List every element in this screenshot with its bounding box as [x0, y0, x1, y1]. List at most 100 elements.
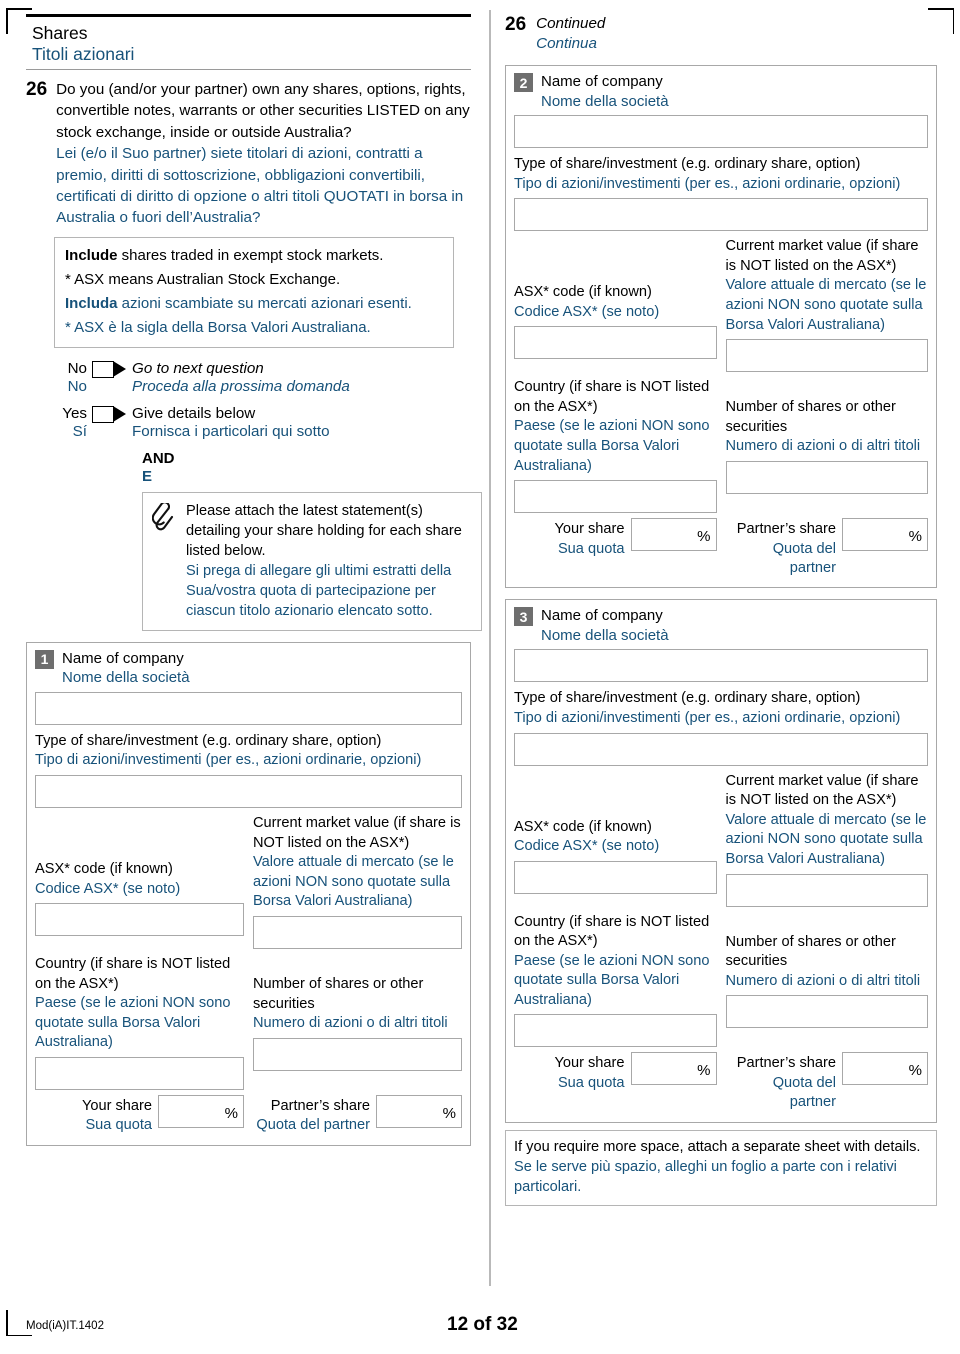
- answer-yes-action-it: Fornisca i particolari qui sotto: [132, 422, 330, 440]
- paperclip-icon: [151, 501, 178, 621]
- asx-label-en: ASX* code (if known): [514, 284, 652, 301]
- share-type-input[interactable]: [514, 732, 928, 766]
- your-share-input[interactable]: %: [630, 1052, 717, 1086]
- entry-badge: 3: [514, 607, 533, 627]
- continued-label-en: Continued: [536, 15, 606, 32]
- arrow-icon: [113, 405, 126, 422]
- number-shares-input[interactable]: [253, 1037, 462, 1071]
- continued-label-it: Continua: [536, 35, 597, 52]
- answer-no[interactable]: No No Go to next question Proceda alla p…: [54, 360, 471, 396]
- answer-no-label-en: No: [67, 359, 87, 377]
- company-name-input[interactable]: [514, 115, 928, 148]
- market-value-label-en: Current market value (if share is NOT li…: [253, 815, 461, 851]
- asx-label-it: Codice ASX* (se noto): [514, 838, 660, 855]
- checkbox-no[interactable]: [92, 360, 126, 378]
- country-label-it: Paese (se le azioni NON sono quotate sul…: [35, 995, 231, 1051]
- arrow-icon: [113, 360, 126, 377]
- answer-yes-label-it: Sí: [72, 422, 87, 440]
- share-type-input[interactable]: [514, 198, 928, 232]
- number-shares-label-en: Number of shares or other securities: [725, 399, 896, 435]
- market-value-label-en: Current market value (if share is NOT li…: [725, 772, 919, 809]
- more-space-text-en: If you require more space, attach a sepa…: [514, 1138, 921, 1155]
- right-column: 26 Continued Continua 2 Name of company …: [505, 14, 937, 1206]
- section-title: Shares Titoli azionari: [26, 17, 471, 69]
- type-label-it: Tipo di azioni/investimenti (per es., az…: [35, 752, 422, 769]
- your-share-label-en: Your share: [554, 521, 625, 538]
- note-line-3: Includa azioni scambiate su mercati azio…: [65, 293, 443, 314]
- your-share-label-en: Your share: [81, 1097, 152, 1114]
- share-entry-3: 3 Name of company Nome della società Typ…: [505, 599, 937, 1123]
- number-shares-input[interactable]: [725, 995, 928, 1029]
- type-label-it: Tipo di azioni/investimenti (per es., az…: [514, 709, 901, 726]
- number-shares-label-it: Numero di azioni o di altri titoli: [253, 1015, 448, 1032]
- company-label-it: Nome della società: [541, 626, 669, 644]
- partner-share-input[interactable]: %: [842, 1052, 928, 1086]
- market-value-label-it: Valore attuale di mercato (se le azioni …: [725, 277, 927, 333]
- asx-code-input[interactable]: [514, 860, 717, 894]
- answer-no-action-en: Go to next question: [132, 359, 264, 377]
- checkbox-yes[interactable]: [92, 405, 126, 423]
- your-share-label-it: Sua quota: [557, 1074, 625, 1091]
- company-name-input[interactable]: [514, 649, 928, 683]
- more-space-text-it: Se le serve più spazio, alleghi un fogli…: [514, 1158, 897, 1195]
- country-label-en: Country (if share is NOT listed on the A…: [35, 956, 231, 992]
- share-entry-2: 2 Name of company Nome della società Typ…: [505, 65, 937, 589]
- section-title-en: Shares: [32, 23, 88, 43]
- and-label-en: AND: [142, 449, 175, 467]
- number-shares-input[interactable]: [725, 460, 928, 494]
- your-share-label-it: Sua quota: [557, 540, 625, 557]
- partner-share-label-en: Partner’s share: [270, 1097, 370, 1114]
- partner-share-label-en: Partner’s share: [736, 1055, 836, 1072]
- asx-label-it: Codice ASX* (se noto): [35, 880, 181, 897]
- type-label-en: Type of share/investment (e.g. ordinary …: [35, 732, 382, 749]
- form-code: Mod(iA)IT.1402: [26, 1320, 104, 1332]
- market-value-input[interactable]: [253, 916, 462, 949]
- company-label-it: Nome della società: [62, 669, 190, 687]
- attachment-note: Please attach the latest statement(s) de…: [142, 491, 482, 631]
- company-name-input[interactable]: [35, 691, 462, 725]
- asx-code-input[interactable]: [514, 326, 717, 360]
- question-text-en: Do you (and/or your partner) own any sha…: [56, 81, 470, 141]
- percent-sign: %: [224, 1104, 238, 1122]
- percent-sign: %: [908, 1062, 922, 1080]
- note-line-4: * ASX è la sigla della Borsa Valori Aust…: [65, 318, 371, 336]
- partner-share-input[interactable]: %: [842, 518, 928, 552]
- answer-yes-action-en: Give details below: [132, 404, 256, 422]
- number-shares-label-it: Numero di azioni o di altri titoli: [725, 972, 921, 989]
- your-share-input[interactable]: %: [630, 518, 717, 552]
- include-note-box: Include shares traded in exempt stock ma…: [54, 236, 454, 348]
- partner-share-input[interactable]: %: [376, 1094, 462, 1128]
- market-value-label-en: Current market value (if share is NOT li…: [725, 238, 919, 274]
- company-label-en: Name of company: [541, 607, 663, 625]
- your-share-label-it: Sua quota: [85, 1117, 152, 1134]
- country-label-it: Paese (se le azioni NON sono quotate sul…: [514, 418, 710, 474]
- market-value-input[interactable]: [725, 339, 928, 373]
- answer-yes[interactable]: Yes Sí Give details below Fornisca i par…: [54, 405, 471, 441]
- company-label-en: Name of company: [62, 649, 184, 667]
- question-number: 26: [26, 79, 48, 100]
- section-title-it: Titoli azionari: [32, 44, 135, 64]
- continued-header: 26 Continued Continua: [505, 14, 937, 54]
- number-shares-label-it: Numero di azioni o di altri titoli: [725, 438, 921, 455]
- your-share-input[interactable]: %: [158, 1094, 244, 1128]
- note-line-2: * ASX means Australian Stock Exchange.: [65, 270, 341, 288]
- country-input[interactable]: [514, 1014, 717, 1048]
- asx-label-it: Codice ASX* (se noto): [514, 303, 660, 320]
- market-value-label-it: Valore attuale di mercato (se le azioni …: [725, 811, 927, 867]
- entry-badge: 2: [514, 73, 533, 92]
- market-value-input[interactable]: [725, 873, 928, 907]
- column-divider: [489, 10, 491, 1286]
- entry-badge: 1: [35, 649, 54, 669]
- more-space-note: If you require more space, attach a sepa…: [505, 1129, 937, 1206]
- asx-code-input[interactable]: [35, 903, 244, 937]
- market-value-label-it: Valore attuale di mercato (se le azioni …: [253, 854, 454, 910]
- partner-share-label-it: Quota del partner: [772, 1074, 836, 1111]
- share-type-input[interactable]: [35, 775, 462, 809]
- note-include-en-rest: shares traded in exempt stock markets.: [117, 246, 384, 264]
- country-input[interactable]: [514, 480, 717, 514]
- type-label-it: Tipo di azioni/investimenti (per es., az…: [514, 175, 901, 192]
- partner-share-label-it: Quota del partner: [772, 540, 836, 576]
- country-input[interactable]: [35, 1056, 244, 1090]
- page-number: 12 of 32: [447, 1314, 518, 1335]
- note-include-en: Include: [65, 246, 118, 264]
